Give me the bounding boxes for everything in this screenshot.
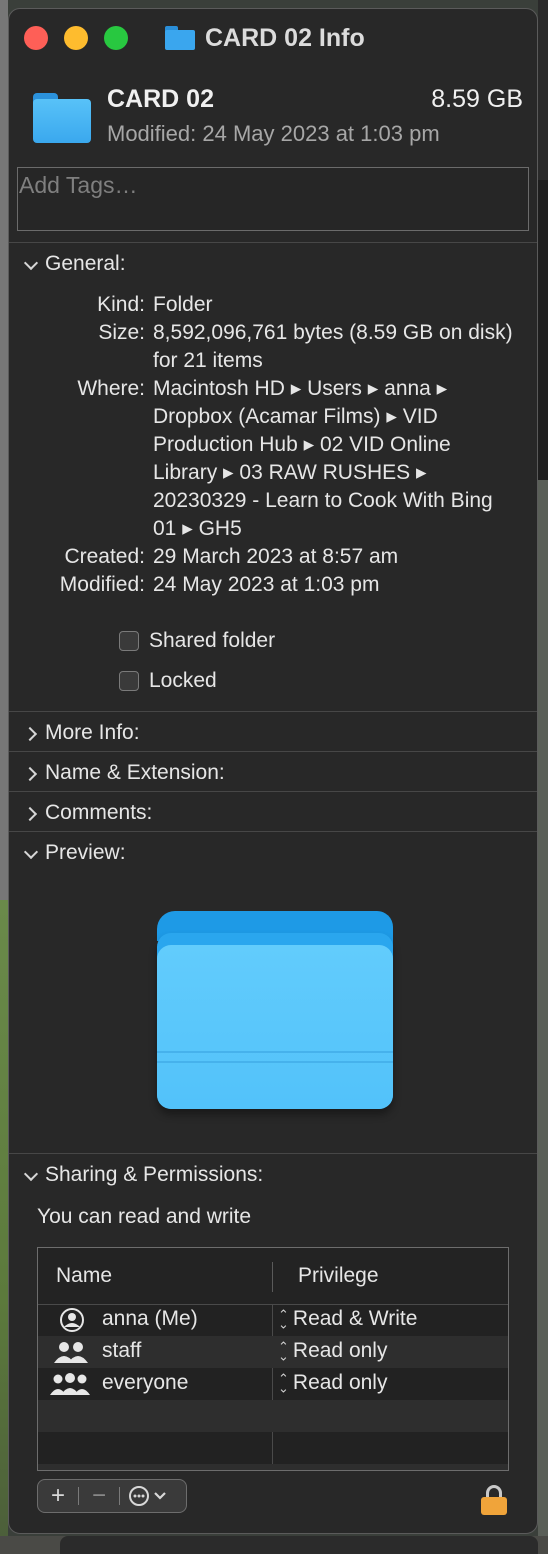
action-menu-button[interactable]	[120, 1480, 180, 1512]
created-value: 29 March 2023 at 8:57 am	[153, 545, 399, 568]
everyone-icon	[50, 1371, 90, 1397]
background-left	[0, 0, 8, 1554]
table-row-empty	[38, 1432, 508, 1464]
section-sharing-label: Sharing & Permissions:	[45, 1163, 264, 1186]
chevron-down-icon	[25, 847, 37, 859]
background-right	[538, 0, 548, 1554]
section-comments[interactable]: Comments:	[25, 800, 152, 826]
tags-field[interactable]: Add Tags…	[17, 167, 529, 231]
shared-folder-label: Shared folder	[149, 629, 276, 652]
modified-label: Modified:	[59, 573, 145, 596]
user-icon	[50, 1307, 90, 1333]
privilege-popup[interactable]: ⌃ ⌃ Read & Write	[278, 1307, 417, 1331]
where-row: Where: Macintosh HD ▸ Users ▸ anna ▸ Dro…	[9, 375, 537, 543]
modified-value: 24 May 2023 at 1:03 pm	[153, 573, 380, 596]
folder-icon	[33, 93, 91, 143]
section-more-info[interactable]: More Info:	[25, 720, 140, 746]
section-comments-label: Comments:	[45, 801, 153, 824]
modified-row: Modified: 24 May 2023 at 1:03 pm	[9, 571, 537, 599]
group-icon	[50, 1339, 90, 1365]
item-size: 8.59 GB	[431, 85, 523, 113]
created-label: Created:	[64, 545, 145, 568]
kind-value: Folder	[153, 293, 213, 316]
column-name[interactable]: Name	[56, 1264, 112, 1288]
table-row-empty	[38, 1400, 508, 1432]
section-name-extension[interactable]: Name & Extension:	[25, 760, 225, 786]
title-bar[interactable]: CARD 02 Info	[9, 9, 537, 65]
table-row[interactable]: anna (Me) ⌃ ⌃ Read & Write	[38, 1304, 508, 1336]
divider	[9, 711, 537, 712]
item-modified: Modified: 24 May 2023 at 1:03 pm	[107, 121, 440, 146]
up-down-icon: ⌃ ⌃	[278, 1307, 289, 1331]
section-name-extension-label: Name & Extension:	[45, 761, 225, 784]
group-name: staff	[102, 1339, 142, 1362]
size-label: Size:	[98, 321, 145, 344]
window-title-text: CARD 02 Info	[205, 23, 365, 52]
shared-folder-checkbox[interactable]: Shared folder	[119, 627, 275, 655]
locked-label: Locked	[149, 669, 217, 692]
tags-placeholder: Add Tags…	[19, 172, 138, 198]
size-row: Size: 8,592,096,761 bytes (8.59 GB on di…	[9, 319, 537, 375]
privilege-popup[interactable]: ⌃ ⌃ Read only	[278, 1371, 387, 1395]
divider	[9, 791, 537, 792]
close-button[interactable]	[24, 26, 48, 50]
section-more-info-label: More Info:	[45, 721, 140, 744]
locked-checkbox[interactable]: Locked	[119, 667, 217, 695]
ellipsis-circle-icon	[129, 1486, 166, 1506]
where-label: Where:	[77, 377, 145, 400]
column-privilege[interactable]: Privilege	[298, 1264, 379, 1288]
privilege-value: Read only	[292, 1339, 388, 1362]
privilege-value: Read & Write	[292, 1307, 418, 1330]
permissions-summary: You can read and write	[37, 1205, 252, 1228]
lock-icon[interactable]	[481, 1485, 507, 1515]
permissions-table: Name Privilege anna (Me) ⌃ ⌃ Read & Write …	[37, 1247, 509, 1471]
kind-row: Kind: Folder	[9, 291, 537, 319]
divider	[9, 751, 537, 752]
everyone-name: everyone	[102, 1371, 189, 1394]
minimize-button[interactable]	[64, 26, 88, 50]
chevron-right-icon	[25, 807, 37, 819]
table-row-empty	[38, 1464, 508, 1470]
chevron-down-icon	[25, 1169, 37, 1181]
chevron-right-icon	[25, 727, 37, 739]
table-row[interactable]: staff ⌃ ⌃ Read only	[38, 1336, 508, 1368]
up-down-icon: ⌃ ⌃	[278, 1371, 289, 1395]
section-preview-label: Preview:	[45, 841, 126, 864]
section-sharing[interactable]: Sharing & Permissions:	[25, 1162, 263, 1188]
checkbox[interactable]	[119, 671, 139, 691]
privilege-popup[interactable]: ⌃ ⌃ Read only	[278, 1339, 387, 1363]
created-row: Created: 29 March 2023 at 8:57 am	[9, 543, 537, 571]
permissions-toolbar: + −	[37, 1479, 187, 1513]
user-name: anna (Me)	[102, 1307, 198, 1330]
checkbox[interactable]	[119, 631, 139, 651]
divider	[9, 831, 537, 832]
section-general[interactable]: General:	[25, 251, 126, 277]
folder-icon	[165, 26, 195, 50]
info-window: CARD 02 Info CARD 02 8.59 GB Modified: 2…	[8, 8, 538, 1534]
window-title: CARD 02 Info	[165, 23, 365, 53]
zoom-button[interactable]	[104, 26, 128, 50]
remove-button[interactable]: −	[79, 1480, 119, 1512]
divider	[9, 242, 537, 243]
folder-preview-icon	[157, 911, 393, 1109]
background-bottom	[0, 1536, 548, 1554]
divider	[9, 1153, 537, 1154]
kind-label: Kind:	[97, 293, 145, 316]
table-header: Name Privilege	[38, 1248, 508, 1305]
section-general-label: General:	[45, 252, 126, 275]
chevron-right-icon	[25, 767, 37, 779]
up-down-icon: ⌃ ⌃	[278, 1339, 289, 1363]
privilege-value: Read only	[292, 1371, 388, 1394]
chevron-down-icon	[25, 258, 37, 270]
item-name: CARD 02	[107, 85, 214, 113]
where-value: Macintosh HD ▸ Users ▸ anna ▸ Dropbox (A…	[153, 377, 493, 540]
section-preview[interactable]: Preview:	[25, 840, 126, 866]
size-value: 8,592,096,761 bytes (8.59 GB on disk) fo…	[153, 321, 513, 372]
table-row[interactable]: everyone ⌃ ⌃ Read only	[38, 1368, 508, 1400]
add-button[interactable]: +	[38, 1480, 78, 1512]
